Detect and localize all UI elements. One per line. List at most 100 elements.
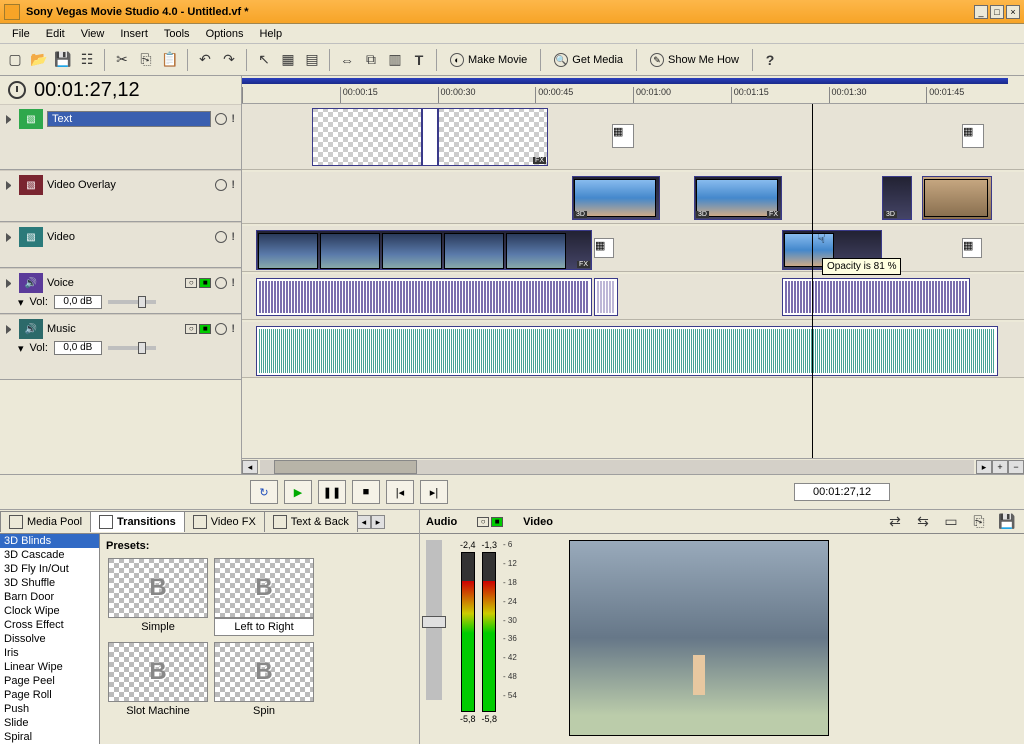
envelope-tool-icon[interactable]: ▦ <box>277 49 299 71</box>
loop-button[interactable]: ↻ <box>250 480 278 504</box>
transition-list-item[interactable]: Clock Wipe <box>0 604 99 618</box>
split-view-icon[interactable]: ⇄ <box>884 511 906 533</box>
copy-snapshot-icon[interactable]: ⎘ <box>968 511 990 533</box>
transition-list-item[interactable]: Barn Door <box>0 590 99 604</box>
bypass-icon[interactable]: ! <box>231 179 235 191</box>
save-snapshot-icon[interactable]: 💾 <box>996 511 1018 533</box>
timecode-value[interactable]: 00:01:27,12 <box>34 79 140 102</box>
minimize-button[interactable]: _ <box>974 5 988 19</box>
solo-icon[interactable]: ■ <box>199 278 211 288</box>
menu-options[interactable]: Options <box>198 26 252 42</box>
expand-icon[interactable] <box>6 233 15 242</box>
track-color-tile[interactable]: 🔊 <box>19 319 43 339</box>
bypass-icon[interactable]: ! <box>231 323 235 335</box>
menu-insert[interactable]: Insert <box>112 26 156 42</box>
tab-text-back[interactable]: Text & Back <box>264 511 358 532</box>
bypass-icon[interactable]: ! <box>231 231 235 243</box>
master-fader[interactable] <box>426 540 442 700</box>
save-icon[interactable]: 💾 <box>52 49 74 71</box>
clip-text[interactable] <box>312 108 422 166</box>
solo-icon[interactable]: ■ <box>199 324 211 334</box>
scroll-thumb[interactable] <box>274 460 417 474</box>
record-icon[interactable] <box>215 179 227 191</box>
make-movie-button[interactable]: ◐Make Movie <box>443 49 534 71</box>
help-icon[interactable]: ? <box>759 49 781 71</box>
clip-video-overlay[interactable]: 3D <box>882 176 912 220</box>
transition-list-item[interactable]: Spiral <box>0 730 99 744</box>
transition-list-item[interactable]: 3D Shuffle <box>0 576 99 590</box>
mute-icon[interactable]: ○ <box>185 324 197 334</box>
transition-list-item[interactable]: 3D Cascade <box>0 548 99 562</box>
expand-icon[interactable] <box>6 325 15 334</box>
tab-scroll-left-icon[interactable]: ◂ <box>357 515 371 529</box>
copy-icon[interactable]: ⎘ <box>135 49 157 71</box>
loop-region-bar[interactable] <box>242 78 1008 84</box>
scroll-right-icon[interactable]: ▸ <box>976 460 992 474</box>
go-end-button[interactable]: ▸| <box>420 480 448 504</box>
paste-icon[interactable]: 📋 <box>159 49 181 71</box>
expand-icon[interactable] <box>6 279 15 288</box>
track-header-music[interactable]: 🔊 Music ○■! ▾Vol: 0,0 dB <box>0 314 241 380</box>
empty-clip-icon[interactable]: ▦ <box>962 124 984 148</box>
clip-audio-music[interactable] <box>256 326 998 376</box>
track-color-tile[interactable]: 🔊 <box>19 273 43 293</box>
zoom-in-icon[interactable]: + <box>992 460 1008 474</box>
menu-edit[interactable]: Edit <box>38 26 73 42</box>
menu-view[interactable]: View <box>73 26 113 42</box>
track-lane-voice[interactable] <box>242 274 1024 320</box>
clip-video-overlay[interactable]: 3DFX <box>694 176 782 220</box>
clip-video-overlay[interactable]: 3D <box>572 176 660 220</box>
clip-audio-voice[interactable] <box>594 278 618 316</box>
track-header-voice[interactable]: 🔊 Voice ○■! ▾Vol: 0,0 dB <box>0 268 241 314</box>
preset-item[interactable]: Left to Right <box>214 558 314 636</box>
empty-clip-icon[interactable]: ▦ <box>962 238 982 258</box>
video-preview[interactable] <box>569 540 829 736</box>
bypass-icon[interactable]: ! <box>231 113 235 125</box>
preset-item[interactable]: Simple <box>108 558 208 636</box>
clip-audio-voice[interactable] <box>256 278 592 316</box>
record-icon[interactable] <box>215 113 227 125</box>
expand-icon[interactable] <box>6 115 15 124</box>
track-color-tile[interactable]: ▧ <box>19 227 43 247</box>
transition-list-item[interactable]: Iris <box>0 646 99 660</box>
menu-file[interactable]: File <box>4 26 38 42</box>
empty-clip-icon[interactable]: ▦ <box>612 124 634 148</box>
external-monitor-icon[interactable]: ▭ <box>940 511 962 533</box>
track-color-tile[interactable]: ▧ <box>19 109 43 129</box>
split-view-red-icon[interactable]: ⇆ <box>912 511 934 533</box>
new-icon[interactable]: ▢ <box>4 49 26 71</box>
menu-help[interactable]: Help <box>251 26 290 42</box>
text-tool-icon[interactable]: T <box>408 49 430 71</box>
vol-slider[interactable] <box>108 346 156 350</box>
play-button[interactable]: ▶ <box>284 480 312 504</box>
transition-list-item[interactable]: Page Peel <box>0 674 99 688</box>
track-header-video-overlay[interactable]: ▧ Video Overlay ! <box>0 170 241 222</box>
clip-text[interactable]: FX <box>438 108 548 166</box>
playhead[interactable] <box>812 104 813 458</box>
track-header-video[interactable]: ▧ Video ! <box>0 222 241 268</box>
preset-item[interactable]: Slot Machine <box>108 642 208 720</box>
vol-value[interactable]: 0,0 dB <box>54 341 102 355</box>
transition-list-item[interactable]: 3D Fly In/Out <box>0 562 99 576</box>
transition-list-item[interactable]: Page Roll <box>0 688 99 702</box>
properties-icon[interactable]: ☷ <box>76 49 98 71</box>
record-icon[interactable] <box>215 231 227 243</box>
transition-list-item[interactable]: Linear Wipe <box>0 660 99 674</box>
menu-tools[interactable]: Tools <box>156 26 198 42</box>
empty-clip-icon[interactable]: ▦ <box>594 238 614 258</box>
get-media-button[interactable]: 🔍Get Media <box>547 49 630 71</box>
tracks-lane[interactable]: FX ▦ ▦ 3D 3DFX 3D FX ▦ <box>242 104 1024 458</box>
select-tool-icon[interactable]: ▤ <box>301 49 323 71</box>
tab-video-fx[interactable]: Video FX <box>184 511 265 532</box>
open-icon[interactable]: 📂 <box>28 49 50 71</box>
scroll-left-icon[interactable]: ◂ <box>242 460 258 474</box>
transition-list-item[interactable]: Slide <box>0 716 99 730</box>
tab-media-pool[interactable]: Media Pool <box>0 511 91 532</box>
track-header-text[interactable]: ▧ Text ! <box>0 104 241 170</box>
solo-icon[interactable]: ■ <box>491 517 503 527</box>
transitions-list[interactable]: 3D Blinds3D Cascade3D Fly In/Out3D Shuff… <box>0 534 100 744</box>
zoom-out-icon[interactable]: − <box>1008 460 1024 474</box>
bypass-icon[interactable]: ! <box>231 277 235 289</box>
transition-list-item[interactable]: Dissolve <box>0 632 99 646</box>
clip-video[interactable]: FX <box>256 230 592 270</box>
